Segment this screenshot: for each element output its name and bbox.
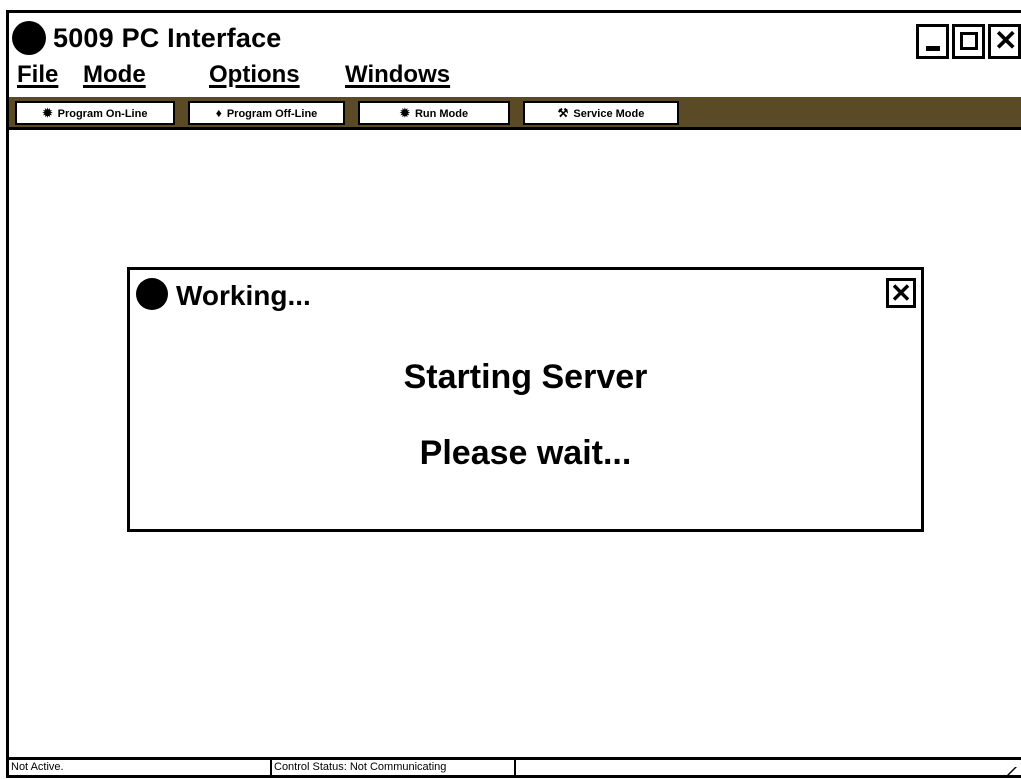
program-offline-button[interactable]: ♦ Program Off-Line bbox=[188, 101, 345, 125]
menu-file[interactable]: File bbox=[17, 61, 58, 89]
service-mode-label: Service Mode bbox=[573, 108, 645, 120]
dialog-title: Working... bbox=[176, 280, 311, 311]
wrench-icon: ⚒ bbox=[557, 106, 569, 120]
maximize-button[interactable] bbox=[952, 24, 985, 59]
program-online-button[interactable]: ✹ Program On-Line bbox=[15, 101, 175, 125]
maximize-icon bbox=[960, 32, 978, 50]
menu-options[interactable]: Options bbox=[209, 61, 300, 89]
program-offline-label: Program Off-Line bbox=[226, 108, 318, 120]
menu-bar: File Mode Options Windows bbox=[9, 61, 1021, 91]
service-mode-button[interactable]: ⚒ Service Mode bbox=[523, 101, 679, 125]
close-icon: ✕ bbox=[994, 25, 1018, 56]
resize-grip-icon[interactable] bbox=[1007, 767, 1021, 775]
program-online-label: Program On-Line bbox=[57, 108, 148, 120]
dialog-close-button[interactable]: ✕ bbox=[886, 278, 916, 308]
minimize-button[interactable] bbox=[916, 24, 949, 59]
minimize-icon bbox=[926, 46, 940, 51]
pin-icon: ♦ bbox=[215, 106, 222, 120]
dialog-message-primary: Starting Server bbox=[403, 358, 648, 396]
close-icon: ✕ bbox=[890, 278, 912, 308]
dialog-message-secondary: Please wait... bbox=[419, 434, 632, 472]
status-activity: Not Active. bbox=[11, 761, 64, 773]
menu-windows[interactable]: Windows bbox=[345, 61, 450, 89]
status-control: Control Status: Not Communicating bbox=[270, 760, 516, 775]
dialog-icon bbox=[136, 278, 168, 310]
gear-icon: ✹ bbox=[399, 106, 410, 120]
window-controls: ✕ bbox=[913, 24, 1021, 59]
menu-mode[interactable]: Mode bbox=[83, 61, 146, 89]
title-bar: 5009 PC Interface ✕ bbox=[9, 13, 1021, 63]
run-mode-label: Run Mode bbox=[414, 108, 469, 120]
toolbar: ✹ Program On-Line ♦ Program Off-Line ✹ Run … bbox=[9, 97, 1021, 130]
app-window: 5009 PC Interface ✕ File Mode Options Wi… bbox=[6, 10, 1021, 778]
working-dialog: Working... ✕ Starting Server Please wait… bbox=[127, 267, 924, 532]
window-title: 5009 PC Interface bbox=[53, 23, 282, 53]
gear-icon: ✹ bbox=[42, 106, 53, 120]
status-bar: Not Active. Control Status: Not Communic… bbox=[9, 757, 1021, 775]
app-icon[interactable] bbox=[12, 21, 46, 55]
close-button[interactable]: ✕ bbox=[988, 24, 1021, 59]
run-mode-button[interactable]: ✹ Run Mode bbox=[358, 101, 510, 125]
